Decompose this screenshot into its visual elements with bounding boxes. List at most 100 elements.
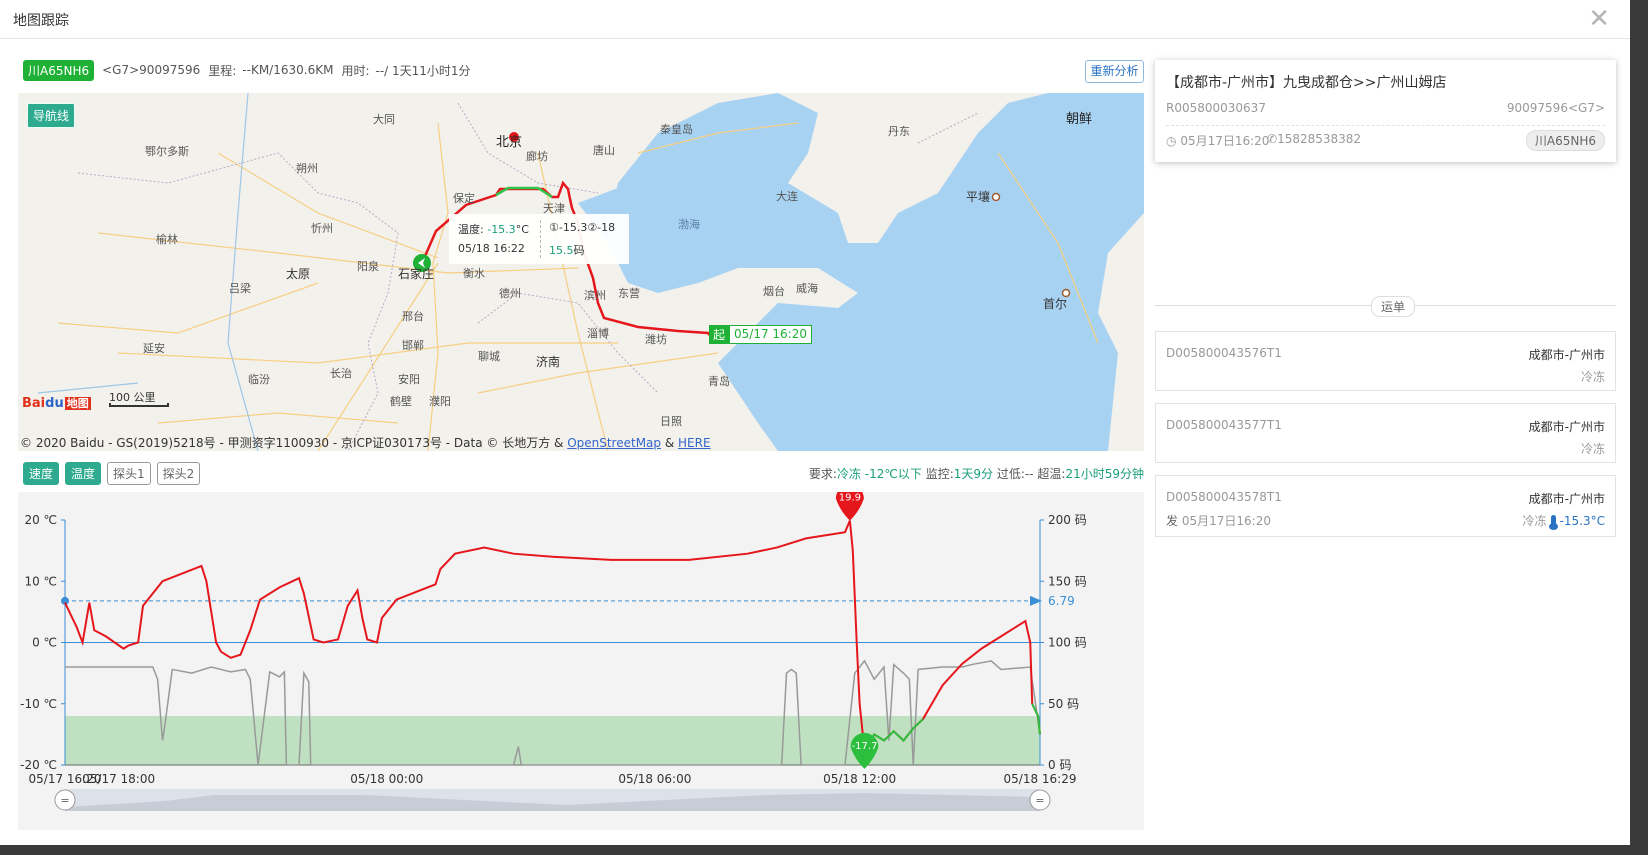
popup-datetime: 05/18 16:22	[458, 242, 525, 255]
close-icon[interactable]: ✕	[1588, 6, 1610, 32]
chart-toolbar: 速度 温度 探头1 探头2	[23, 461, 206, 485]
x-tick-label: 05/18 00:00	[350, 772, 423, 786]
sea-area	[608, 93, 1144, 451]
order-card[interactable]: 【成都市-广州市】九曳成都仓>>广州山姆店 R005800030637 9009…	[1155, 60, 1616, 162]
time-label: 用时:	[341, 63, 370, 78]
req-label: 要求:	[808, 467, 837, 481]
low-value: --	[1024, 467, 1034, 481]
popup-temp-row: 温度: -15.3°C	[458, 221, 529, 237]
map-label: 烟台	[763, 285, 785, 298]
map-tracking-modal: 地图跟踪 ✕ 川A65NH6 <G7>90097596 里程: --KM/163…	[0, 0, 1630, 845]
map-view[interactable]: 北京 廊坊 唐山 秦皇岛 丹东 朝鲜 鄂尔多斯 大同 朔州 保定 天津 忻州 榆林 大连 平壤 渤海 太原 阳泉石…	[18, 93, 1144, 451]
osm-link[interactable]: OpenStreetMap	[567, 436, 661, 450]
start-flag-time: 05/17 16:20	[729, 325, 812, 344]
map-label: 延安	[143, 342, 165, 355]
waybill-item[interactable]: D005800043578T1 成都市-广州市 发 05月17日16:20 冷冻…	[1155, 475, 1616, 537]
mileage-value: --KM/1630.6KM	[242, 63, 334, 77]
map-label: 邯郸	[402, 339, 424, 352]
monitor-label: 监控:	[925, 467, 954, 481]
waybill-sent: 发 05月17日16:20	[1166, 512, 1271, 529]
temperature-speed-chart[interactable]: 20 ℃ 10 ℃ 0 ℃ -10 ℃ -20 ℃ 200 码 150 码 100 码 50 码…	[18, 492, 1144, 830]
clock-icon: ◷	[1166, 134, 1177, 148]
y-left-tick-label: 10 ℃	[24, 574, 57, 588]
map-label: 潍坊	[645, 333, 667, 346]
map-label: 鹤壁	[390, 395, 412, 408]
baidu-logo: Baidu 地图	[22, 395, 91, 411]
map-label: 衡水	[463, 267, 485, 280]
x-tick-label: 05/18 16:29	[1004, 772, 1077, 786]
waybill-code: D005800043577T1	[1166, 418, 1282, 432]
low-temp-band	[65, 716, 1040, 765]
map-label: 濮阳	[429, 395, 451, 408]
y-left-tick-label: -20 ℃	[20, 758, 57, 772]
map-label: 朔州	[296, 162, 318, 175]
waybill-temp: 冷冻 -15.3°C	[1522, 512, 1605, 530]
toggle-speed[interactable]: 速度	[23, 461, 60, 485]
waybill-type: 冷冻	[1522, 514, 1547, 528]
map-label: 安阳	[398, 373, 420, 386]
threshold-label: 6.79	[1048, 594, 1075, 608]
map-label: 长治	[330, 367, 352, 380]
map-label: 平壤	[966, 190, 991, 204]
map-label: 渤海	[678, 218, 700, 231]
map-label: 邢台	[402, 310, 424, 323]
low-label: 过低:	[996, 467, 1025, 481]
baidu-logo-paw: du	[45, 396, 64, 411]
map-label: 大连	[776, 190, 798, 203]
map-label: 聊城	[478, 350, 500, 363]
zoom-handle-right-icon: =	[1035, 794, 1044, 807]
map-label: 大同	[373, 113, 395, 126]
phone-icon: ✆	[1267, 132, 1278, 146]
popup-speed-value: 15.5	[549, 244, 574, 257]
plate-tag: 川A65NH6	[23, 59, 95, 81]
x-tick-label: 05/17 18:00	[82, 772, 155, 786]
map-label: 丹东	[888, 125, 910, 138]
toggle-temperature[interactable]: 温度	[65, 461, 102, 485]
map-label: 唐山	[593, 144, 615, 157]
waybill-item[interactable]: D005800043577T1 成都市-广州市 冷冻	[1155, 403, 1616, 463]
waybill-route: 成都市-广州市	[1528, 420, 1605, 434]
waybill-route: 成都市-广州市	[1528, 492, 1605, 506]
map-label: 吕梁	[229, 282, 251, 295]
here-link[interactable]: HERE	[678, 436, 711, 450]
order-time-value: 05月17日16:20	[1180, 134, 1270, 148]
monitor-value: 1天9分	[953, 467, 994, 481]
mileage-label: 里程:	[208, 63, 237, 78]
map-label: 廊坊	[526, 150, 548, 163]
order-plate: 川A65NH6	[1525, 130, 1605, 151]
y-right-tick-label: 150 码	[1048, 574, 1087, 588]
map-label: 太原	[286, 267, 311, 281]
map-label: 威海	[796, 282, 818, 295]
popup-probes: ①-15.3②-18	[549, 221, 616, 234]
order-time: ◷ 05月17日16:20	[1166, 132, 1269, 149]
waybill-code: D005800043576T1	[1166, 346, 1282, 360]
time-value: --/ 1天11小时1分	[375, 63, 471, 78]
waybill-code: D005800043578T1	[1166, 490, 1282, 504]
map-label: 忻州	[311, 222, 333, 235]
map-label: 济南	[536, 355, 561, 369]
map-scale-bar	[109, 403, 169, 407]
waybill-divider-label: 运单	[1371, 296, 1416, 317]
baidu-logo-map: 地图	[64, 397, 91, 410]
waybill-temp-value: -15.3°C	[1559, 513, 1605, 528]
map-label: 滨州	[584, 289, 606, 302]
waybill-type: 冷冻	[1580, 370, 1605, 384]
popup-speed-row: 15.5码	[549, 242, 585, 258]
popup-speed-unit: 码	[573, 244, 585, 257]
copyright-text: © 2020 Baidu - GS(2019)5218号 - 甲测资字11009…	[20, 436, 568, 450]
waybill-type: 冷冻	[1580, 442, 1605, 456]
order-separator	[1166, 125, 1605, 126]
toggle-probe-2[interactable]: 探头2	[156, 461, 201, 485]
waybill-item[interactable]: D005800043576T1 成都市-广州市 冷冻	[1155, 331, 1616, 391]
toggle-probe-1[interactable]: 探头1	[107, 461, 151, 485]
y-right-tick-label: 50 码	[1048, 697, 1079, 711]
navline-button[interactable]: 导航线	[27, 103, 76, 128]
map-label: 榆林	[156, 233, 178, 246]
y-left-tick-label: 20 ℃	[24, 513, 57, 527]
max-temp-marker-label: 19.9	[839, 493, 861, 504]
map-label: 朝鲜	[1066, 112, 1093, 127]
waybill-route: 成都市-广州市	[1528, 348, 1605, 362]
zoom-handle-left-icon: =	[60, 794, 69, 807]
reanalyze-button[interactable]: 重新分析	[1085, 60, 1144, 83]
device-id: <G7>90097596	[102, 63, 201, 77]
